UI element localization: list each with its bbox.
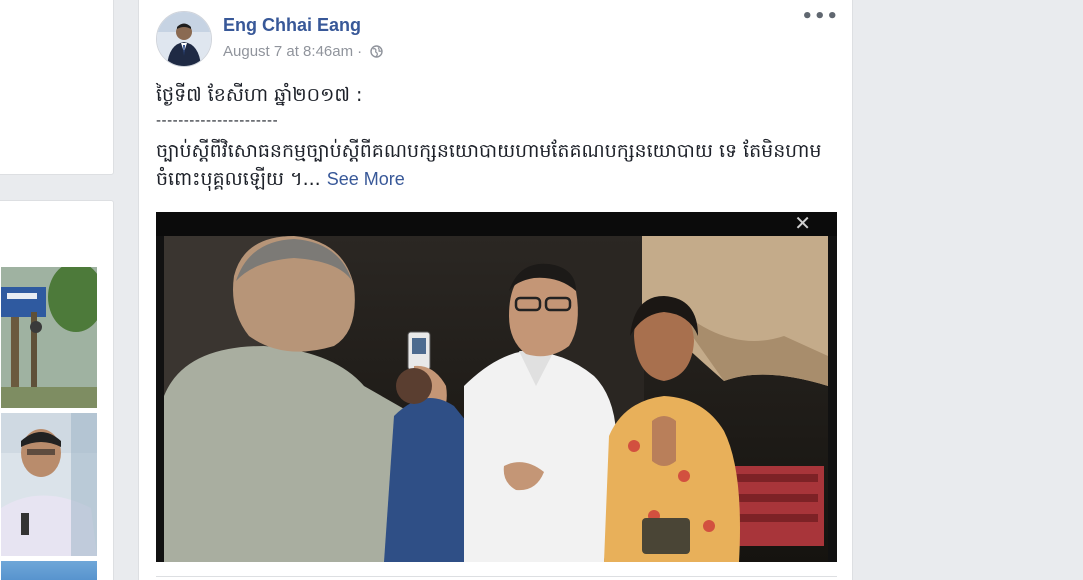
post-timestamp[interactable]: August 7 at 8:46am — [223, 43, 353, 60]
post-body: ច្បាប់ស្តីពីវិសោធនកម្មច្បាប់ស្តីពីគណបក្ស… — [156, 137, 836, 193]
photo-thumbnail[interactable] — [1, 561, 97, 580]
post-meta: August 7 at 8:46am · — [223, 43, 383, 60]
post-body-text: ច្បាប់ស្តីពីវិសោធនកម្មច្បាប់ស្តីពីគណបក្ស… — [156, 140, 822, 190]
post-date-line: ថ្ងៃទី៧ ខែសីហា ឆ្នាំ២០១៧ : — [156, 84, 363, 106]
globe-icon[interactable] — [370, 45, 383, 58]
left-sidebar-card — [0, 0, 114, 175]
video-player[interactable]: ✕ — [156, 212, 837, 562]
photo-thumbnail[interactable] — [1, 267, 97, 408]
post-divider-line: ---------------------- — [156, 113, 279, 129]
post-author-link[interactable]: Eng Chhai Eang — [223, 15, 361, 36]
avatar[interactable] — [156, 11, 212, 67]
video-frame[interactable] — [164, 236, 828, 562]
post-footer-divider — [156, 576, 837, 577]
photo-thumbnail[interactable] — [1, 413, 97, 556]
photos-card — [0, 200, 114, 580]
see-more-link[interactable]: See More — [327, 169, 405, 189]
feed-post: Eng Chhai Eang August 7 at 8:46am · ••• … — [138, 0, 853, 580]
meta-separator: · — [357, 43, 363, 60]
close-icon[interactable]: ✕ — [794, 212, 811, 235]
video-topbar — [156, 212, 837, 236]
post-options-button[interactable]: ••• — [801, 8, 839, 26]
facebook-feed: Eng Chhai Eang August 7 at 8:46am · ••• … — [0, 0, 1083, 580]
